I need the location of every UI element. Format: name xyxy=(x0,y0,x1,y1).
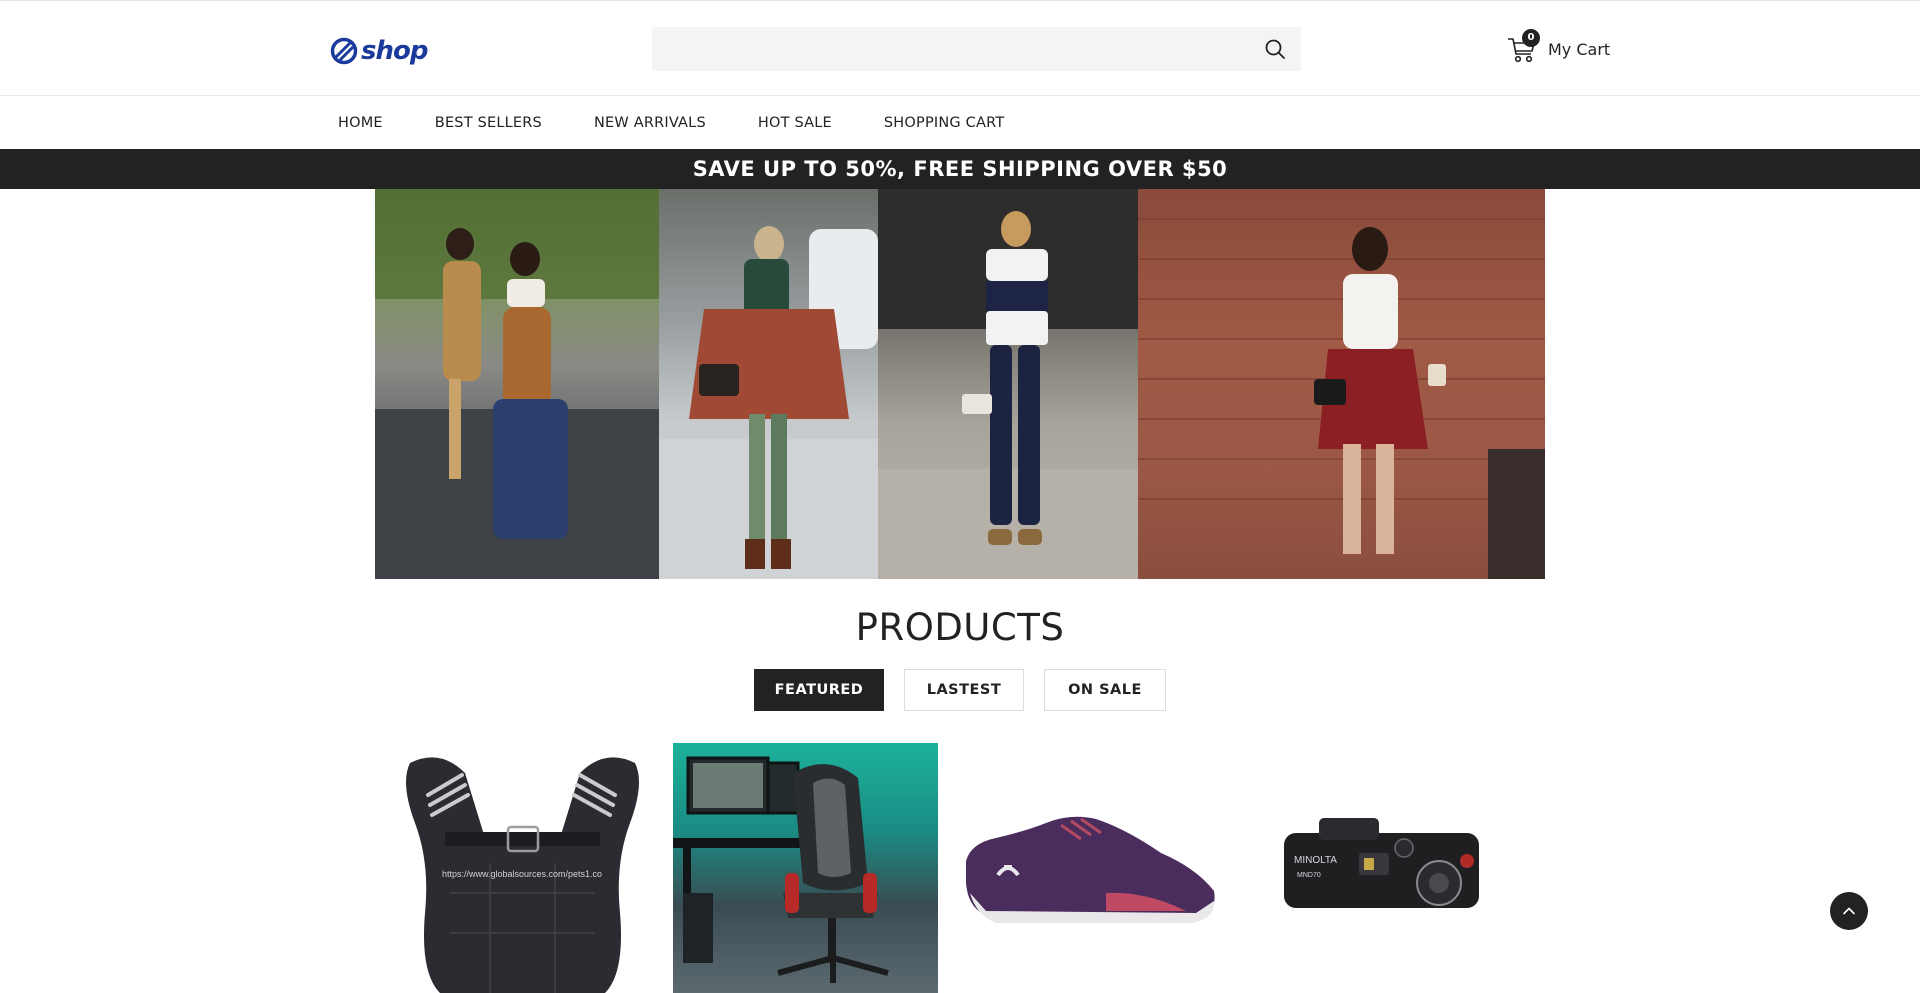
banner-photo-scarf-coat xyxy=(659,189,878,579)
logo-mark-icon xyxy=(330,37,358,65)
cart-link[interactable]: 0 My Cart xyxy=(1506,29,1611,67)
search-bar xyxy=(652,27,1301,71)
camera-model-text: MND70 xyxy=(1297,872,1321,879)
search-icon xyxy=(1265,39,1285,59)
weighted-vest-image: https://www.globalsources.com/pets1.co xyxy=(406,757,639,993)
sneaker-image xyxy=(966,816,1215,923)
tab-featured[interactable]: FEATURED xyxy=(754,669,884,711)
cart-label: My Cart xyxy=(1548,39,1611,59)
nav-item-new-arrivals[interactable]: NEW ARRIVALS xyxy=(594,115,706,131)
product-grid: https://www.globalsources.com/pets1.co M… xyxy=(390,743,1530,993)
chevron-up-icon xyxy=(1843,907,1855,915)
cart-count-badge: 0 xyxy=(1522,29,1540,47)
hero-banner[interactable] xyxy=(375,189,1545,579)
logo-text: shop xyxy=(361,36,428,66)
tab-lastest[interactable]: LASTEST xyxy=(904,669,1024,711)
products-heading: PRODUCTS xyxy=(855,606,1065,649)
camera-image: MINOLTA MND70 xyxy=(1284,818,1479,908)
search-input[interactable] xyxy=(652,27,1252,71)
banner-photo-striped-tee xyxy=(878,189,1138,579)
camera-brand-text: MINOLTA xyxy=(1294,855,1337,866)
product-card-camera[interactable]: MINOLTA MND70 xyxy=(1239,743,1504,993)
main-nav: HOME BEST SELLERS NEW ARRIVALS HOT SALE … xyxy=(0,97,1920,149)
banner-photo-plaid-skirt xyxy=(1138,189,1545,579)
product-card-gaming-chair[interactable] xyxy=(673,743,938,993)
gaming-chair-image xyxy=(673,756,889,983)
promo-banner: SAVE UP TO 50%, FREE SHIPPING OVER $50 xyxy=(0,149,1920,189)
nav-item-home[interactable]: HOME xyxy=(338,115,383,131)
nav-item-hot-sale[interactable]: HOT SALE xyxy=(758,115,832,131)
search-button[interactable] xyxy=(1263,37,1287,61)
cart-icon-wrap: 0 xyxy=(1506,29,1540,65)
tab-on-sale[interactable]: ON SALE xyxy=(1044,669,1166,711)
top-header: shop 0 My Cart xyxy=(0,0,1920,96)
scroll-to-top-button[interactable] xyxy=(1830,892,1868,930)
product-tabs: FEATURED LASTEST ON SALE xyxy=(754,669,1186,711)
nav-item-shopping-cart[interactable]: SHOPPING CART xyxy=(884,115,1005,131)
nav-item-best-sellers[interactable]: BEST SELLERS xyxy=(435,115,542,131)
product-card-weighted-vest[interactable]: https://www.globalsources.com/pets1.co xyxy=(390,743,655,993)
vest-watermark-text: https://www.globalsources.com/pets1.co xyxy=(442,869,602,879)
banner-photo-street-duo xyxy=(375,189,659,579)
product-card-sneaker[interactable] xyxy=(956,743,1221,993)
shop-logo[interactable]: shop xyxy=(330,35,428,67)
